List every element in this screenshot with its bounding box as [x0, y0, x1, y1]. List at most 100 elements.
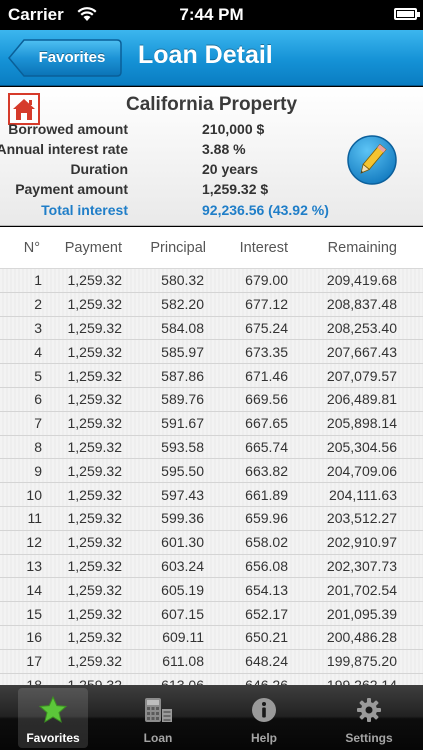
cell-remaining: 204,111.63 — [329, 486, 397, 503]
back-button-label: Favorites — [38, 49, 106, 66]
cell-principal: 609.11 — [162, 629, 204, 646]
cell-principal: 580.32 — [161, 272, 204, 289]
cell-payment: 1,259.32 — [67, 653, 123, 670]
table-row[interactable]: 1 1,259.32 580.32 679.00 209,419.68 — [0, 269, 423, 293]
cell-interest: 659.96 — [245, 510, 288, 527]
cell-remaining: 205,304.56 — [326, 438, 397, 455]
table-row[interactable]: 2 1,259.32 582.20 677.12 208,837.48 — [0, 293, 423, 317]
table-row[interactable]: 9 1,259.32 595.50 663.82 204,709.06 — [0, 459, 423, 484]
table-row[interactable]: 14 1,259.32 605.19 654.13 201,702.54 — [0, 578, 423, 603]
tab-label: Help — [250, 731, 277, 745]
cell-remaining: 208,837.48 — [326, 296, 397, 313]
cell-remaining: 199,262.14 — [326, 676, 397, 685]
battery-icon — [394, 8, 420, 20]
cell-number: 6 — [34, 391, 42, 408]
detail-value: 92,236.56 (43.92 %) — [202, 202, 329, 218]
cell-payment: 1,259.32 — [67, 367, 123, 384]
cell-remaining: 201,095.39 — [326, 605, 397, 622]
amortization-table[interactable]: 1 1,259.32 580.32 679.00 209,419.68 2 1,259.32… — [0, 269, 423, 685]
tab-help[interactable]: Help — [229, 688, 299, 748]
tab-settings[interactable]: Settings — [334, 688, 404, 748]
cell-interest: 667.65 — [245, 415, 288, 432]
cell-remaining: 203,512.27 — [326, 510, 397, 527]
table-row[interactable]: 18 1,259.32 613.06 646.26 199,262.14 — [0, 674, 423, 685]
col-header-principal: Principal — [150, 239, 206, 256]
cell-remaining: 199,875.20 — [326, 653, 397, 670]
table-row[interactable]: 6 1,259.32 589.76 669.56 206,489.81 — [0, 388, 423, 412]
table-row[interactable]: 7 1,259.32 591.67 667.65 205,898.14 — [0, 412, 423, 436]
cell-remaining: 205,898.14 — [326, 415, 397, 432]
table-row[interactable]: 17 1,259.32 611.08 648.24 199,875.20 — [0, 650, 423, 674]
edit-pencil-icon[interactable] — [346, 134, 398, 186]
cell-principal: 584.08 — [161, 319, 204, 336]
cell-interest: 665.74 — [245, 438, 288, 455]
cell-interest: 650.21 — [245, 629, 288, 646]
navigation-bar: Favorites Loan Detail — [0, 30, 423, 86]
cell-remaining: 200,486.28 — [326, 629, 397, 646]
cell-number: 2 — [34, 296, 42, 313]
cell-principal: 595.50 — [161, 462, 204, 479]
cell-payment: 1,259.32 — [67, 438, 123, 455]
table-row[interactable]: 8 1,259.32 593.58 665.74 205,304.56 — [0, 436, 423, 460]
cell-number: 9 — [34, 462, 42, 479]
cell-payment: 1,259.32 — [67, 415, 123, 432]
detail-interest-rate: Annual interest rate 3.88 % — [0, 141, 360, 161]
cell-interest: 661.89 — [245, 486, 288, 503]
cell-payment: 1,259.32 — [67, 296, 123, 313]
cell-interest: 648.24 — [245, 653, 288, 670]
detail-value: 210,000 $ — [202, 121, 265, 137]
detail-value: 20 years — [202, 161, 259, 177]
cell-remaining: 209,419.68 — [326, 272, 397, 289]
tab-label: Loan — [143, 731, 173, 745]
cell-interest: 673.35 — [245, 343, 288, 360]
detail-borrowed-amount: Borrowed amount 210,000 $ — [0, 121, 360, 141]
table-row[interactable]: 5 1,259.32 587.86 671.46 207,079.57 — [0, 364, 423, 388]
cell-number: 7 — [34, 415, 42, 432]
table-row[interactable]: 11 1,259.32 599.36 659.96 203,512.27 — [0, 507, 423, 531]
loan-name: California Property — [125, 94, 298, 115]
cell-interest: 675.24 — [245, 319, 288, 336]
cell-interest: 656.08 — [245, 557, 288, 574]
table-row[interactable]: 13 1,259.32 603.24 656.08 202,307.73 — [0, 555, 423, 579]
table-row[interactable]: 3 1,259.32 584.08 675.24 208,253.40 — [0, 317, 423, 341]
detail-label: Duration — [70, 161, 128, 177]
cell-payment: 1,259.32 — [67, 510, 123, 527]
cell-number: 3 — [34, 319, 42, 336]
tab-loan[interactable]: Loan — [123, 688, 193, 748]
cell-principal: 613.06 — [161, 676, 204, 685]
cell-interest: 652.17 — [245, 605, 288, 622]
tab-favorites[interactable]: Favorites — [18, 688, 88, 748]
cell-remaining: 207,667.43 — [326, 343, 397, 360]
cell-interest: 658.02 — [245, 534, 288, 551]
table-row[interactable]: 16 1,259.32 609.11 650.21 200,486.28 — [0, 626, 423, 650]
col-header-interest: Interest — [239, 239, 288, 256]
table-row[interactable]: 4 1,259.32 585.97 673.35 207,667.43 — [0, 340, 423, 365]
cell-number: 5 — [34, 367, 42, 384]
cell-principal: 589.76 — [161, 391, 204, 408]
cell-principal: 601.30 — [161, 534, 204, 551]
cell-principal: 587.86 — [161, 367, 204, 384]
back-button[interactable]: Favorites — [8, 39, 122, 77]
cell-remaining: 201,702.54 — [326, 581, 397, 598]
cell-payment: 1,259.32 — [67, 581, 123, 598]
cell-principal: 607.15 — [161, 605, 204, 622]
cell-number: 11 — [27, 510, 42, 527]
cell-number: 13 — [26, 557, 42, 574]
info-icon — [252, 698, 276, 722]
table-row[interactable]: 10 1,259.32 597.43 661.89 204,111.63 — [0, 483, 423, 507]
detail-value: 3.88 % — [202, 141, 246, 157]
cell-number: 10 — [26, 486, 42, 503]
tab-label: Settings — [345, 731, 393, 745]
table-row[interactable]: 12 1,259.32 601.30 658.02 202,910.97 — [0, 531, 423, 555]
cell-principal: 611.08 — [162, 653, 204, 670]
table-row[interactable]: 15 1,259.32 607.15 652.17 201,095.39 — [0, 602, 423, 626]
cell-payment: 1,259.32 — [67, 343, 123, 360]
cell-principal: 585.97 — [161, 343, 204, 360]
detail-total-interest: Total interest 92,236.56 (43.92 %) — [0, 202, 360, 222]
cell-number: 12 — [26, 534, 42, 551]
detail-label: Payment amount — [15, 181, 128, 197]
detail-label: Annual interest rate — [0, 141, 128, 157]
gear-icon — [357, 698, 381, 722]
cell-remaining: 207,079.57 — [326, 367, 397, 384]
cell-number: 18 — [26, 676, 42, 685]
